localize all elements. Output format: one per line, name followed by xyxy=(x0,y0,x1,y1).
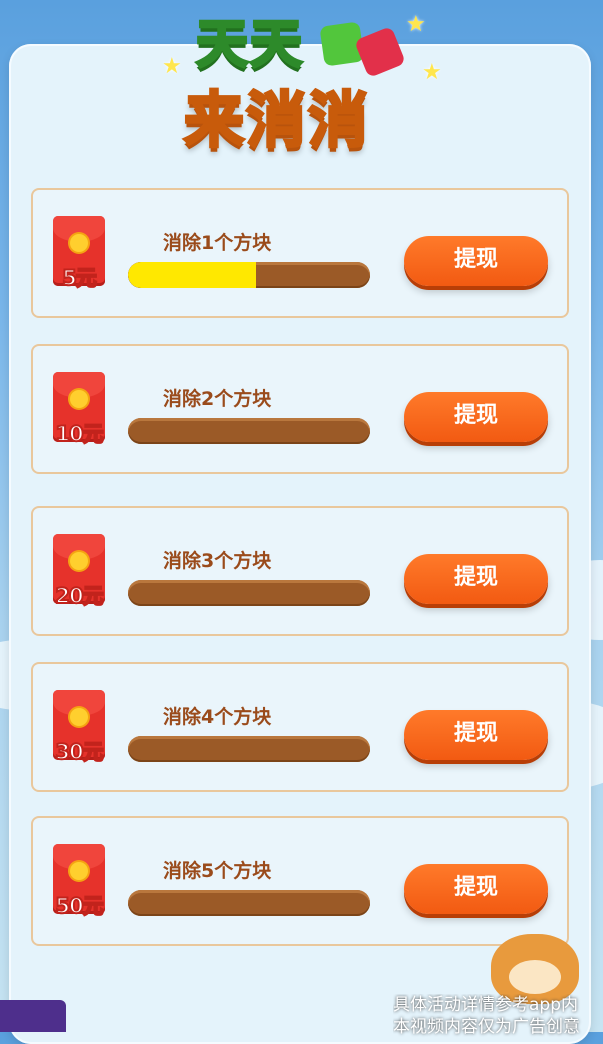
withdraw-button[interactable]: 提现 xyxy=(404,864,548,914)
progress-bar xyxy=(128,890,370,916)
task-label: 消除5个方块 xyxy=(163,860,272,882)
task-label: 消除2个方块 xyxy=(163,388,272,410)
withdraw-button[interactable]: 提现 xyxy=(404,392,548,442)
reward-amount: 30元 xyxy=(54,739,104,765)
withdraw-button[interactable]: 提现 xyxy=(404,710,548,760)
withdraw-button[interactable]: 提现 xyxy=(404,554,548,604)
ad-disclaimer: 具体活动详情参考app内 本视频内容仅为广告创意 xyxy=(393,994,593,1038)
reward-amount: 5元 xyxy=(61,265,98,291)
reward-amount: 20元 xyxy=(54,583,104,609)
progress-bar xyxy=(128,262,370,288)
game-logo: ★ ★ ★ 天天 来消消 xyxy=(160,2,460,172)
progress-bar xyxy=(128,580,370,606)
red-envelope-icon: 50元 xyxy=(53,844,105,919)
reward-row: 10元 消除2个方块 提现 xyxy=(31,344,569,474)
reward-amount: 50元 xyxy=(54,893,104,919)
reward-row: 5元 消除1个方块 提现 xyxy=(31,188,569,318)
red-envelope-icon: 5元 xyxy=(53,216,105,291)
withdraw-button[interactable]: 提现 xyxy=(404,236,548,286)
logo-line-2: 来消消 xyxy=(183,85,370,158)
disclaimer-line-1: 具体活动详情参考app内 xyxy=(393,995,578,1015)
red-envelope-icon: 30元 xyxy=(53,690,105,765)
disclaimer-line-2: 本视频内容仅为广告创意 xyxy=(393,1017,580,1037)
progress-bar xyxy=(128,418,370,444)
logo-line-1: 天天 xyxy=(194,14,305,77)
progress-bar xyxy=(128,736,370,762)
red-envelope-icon: 10元 xyxy=(53,372,105,447)
progress-fill xyxy=(128,262,257,288)
corner-thumbnail xyxy=(0,1000,66,1032)
reward-row: 30元 消除4个方块 提现 xyxy=(31,662,569,792)
task-label: 消除4个方块 xyxy=(163,706,272,728)
red-envelope-icon: 20元 xyxy=(53,534,105,609)
task-label: 消除1个方块 xyxy=(163,232,272,254)
task-label: 消除3个方块 xyxy=(163,550,272,572)
reward-row: 20元 消除3个方块 提现 xyxy=(31,506,569,636)
reward-row: 50元 消除5个方块 提现 xyxy=(31,816,569,946)
reward-amount: 10元 xyxy=(54,421,104,447)
